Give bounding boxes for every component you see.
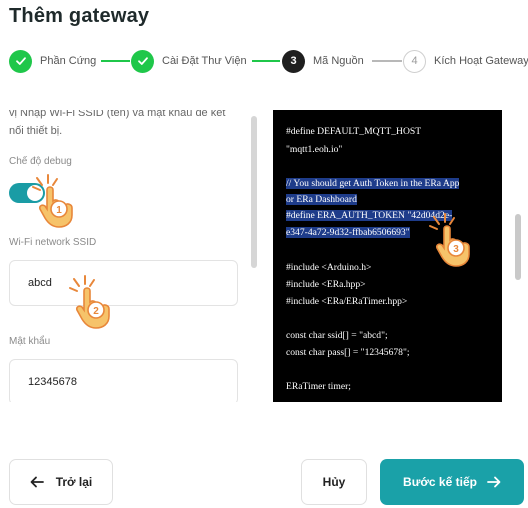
code-line-highlighted: // You should get Auth Token in the ERa … [286,178,460,189]
code-line-highlighted: or ERa Dashboard [286,194,357,205]
password-label: Mật khẩu [9,336,51,347]
step-connector [372,60,402,62]
tap-marker-1: 1 [29,173,89,234]
ssid-value: abcd [28,277,52,289]
back-button[interactable]: Trở lại [9,459,113,505]
form-description: vị Nhập Wi-Fi SSID (tên) và mật khẩu để … [9,110,226,137]
code-line: #include <ERa.hpp> [286,279,366,290]
next-step-button[interactable]: Bước kế tiếp [380,459,524,505]
check-icon [131,49,154,73]
step-label: Cài Đặt Thư Viện [162,55,247,67]
step-number: 4 [403,49,426,73]
page-scrollbar[interactable] [515,214,521,280]
code-line: const char pass[] = "12345678"; [286,347,410,358]
check-icon [9,49,32,73]
back-button-label: Trở lại [55,475,93,489]
step-connector [101,60,130,62]
marker-number: 1 [56,205,62,216]
step-hardware[interactable]: Phần Cứng [9,49,96,73]
step-number: 3 [282,49,305,73]
step-library[interactable]: Cài Đặt Thư Viện [131,49,247,73]
marker-number: 3 [453,244,459,255]
step-source-code[interactable]: 3 Mã Nguồn [282,49,364,73]
tap-marker-2: 2 [66,274,126,335]
stepper: Phần Cứng Cài Đặt Thư Viện 3 Mã Nguồn 4 … [9,49,528,73]
code-line: "mqtt1.eoh.io" [286,144,343,155]
tap-marker-3: 3 [426,212,486,273]
step-activate[interactable]: 4 Kích Hoạt Gateway [403,49,528,73]
code-line: #define DEFAULT_MQTT_HOST [286,126,422,137]
form-scrollbar[interactable] [251,116,257,268]
page-title: Thêm gateway [9,5,150,27]
code-line: ERaTimer timer; [286,381,351,392]
code-line: #include <Arduino.h> [286,262,372,273]
step-label: Mã Nguồn [313,55,364,67]
step-label: Kích Hoạt Gateway [434,55,528,67]
arrow-right-icon [487,476,501,488]
hand-pointer-icon: 1 [32,174,73,228]
step-connector [252,60,280,62]
cancel-button-label: Hủy [322,475,346,489]
marker-number: 2 [93,306,99,317]
code-line-highlighted: e347-4a72-9d32-ffbab6506693" [286,227,410,238]
password-value: 12345678 [28,376,77,388]
hand-pointer-icon: 3 [429,213,470,267]
hand-pointer-icon: 2 [69,275,110,329]
password-input[interactable]: 12345678 [9,359,238,402]
ssid-label: Wi-Fi network SSID [9,237,97,248]
code-line: const char ssid[] = "abcd"; [286,330,388,341]
next-button-label: Bước kế tiếp [403,475,477,489]
cancel-button[interactable]: Hủy [301,459,367,505]
wifi-form: vị Nhập Wi-Fi SSID (tên) và mật khẩu để … [9,110,259,402]
debug-label: Chế độ debug [9,156,72,167]
code-line: #include <ERa/ERaTimer.hpp> [286,296,408,307]
step-label: Phần Cứng [40,55,97,67]
arrow-left-icon [30,476,44,488]
